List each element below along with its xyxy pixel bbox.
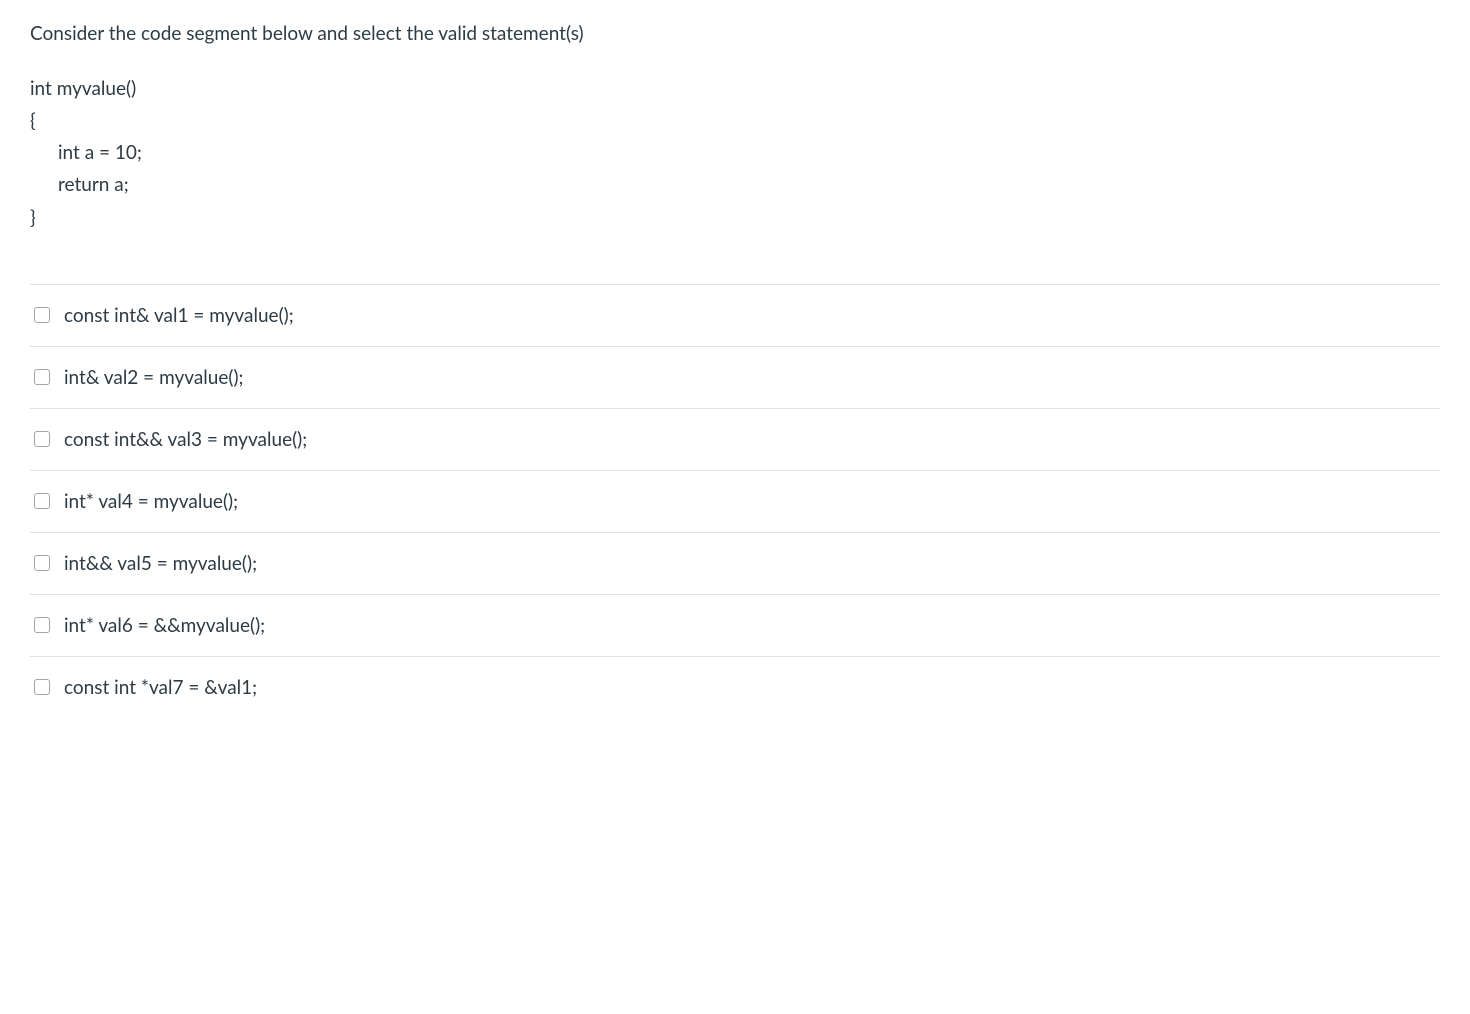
checkbox-icon[interactable] [34,679,50,695]
checkbox-icon[interactable] [34,307,50,323]
answer-option[interactable]: const int&& val3 = myvalue(); [30,409,1440,471]
answer-option[interactable]: int* val6 = &&myvalue(); [30,595,1440,657]
code-line-5: } [30,202,1440,234]
checkbox-icon[interactable] [34,369,50,385]
answer-label: int* val4 = myvalue(); [64,490,238,513]
code-line-1: int myvalue() [30,73,1440,105]
answer-label: int& val2 = myvalue(); [64,366,244,389]
answer-label: const int&& val3 = myvalue(); [64,428,307,451]
answers-list: const int& val1 = myvalue(); int& val2 =… [30,284,1440,718]
answer-label: const int *val7 = &val1; [64,676,257,699]
answer-option[interactable]: const int *val7 = &val1; [30,657,1440,718]
answer-label: int&& val5 = myvalue(); [64,552,257,575]
checkbox-icon[interactable] [34,431,50,447]
answer-option[interactable]: int&& val5 = myvalue(); [30,533,1440,595]
answer-label: int* val6 = &&myvalue(); [64,614,265,637]
checkbox-icon[interactable] [34,493,50,509]
code-line-3: int a = 10; [30,137,1440,169]
answer-option[interactable]: int& val2 = myvalue(); [30,347,1440,409]
answer-option[interactable]: const int& val1 = myvalue(); [30,285,1440,347]
answer-option[interactable]: int* val4 = myvalue(); [30,471,1440,533]
answer-label: const int& val1 = myvalue(); [64,304,294,327]
code-line-2: { [30,105,1440,137]
code-block: int myvalue() { int a = 10; return a; } [30,73,1440,234]
checkbox-icon[interactable] [34,555,50,571]
code-line-4: return a; [30,169,1440,201]
checkbox-icon[interactable] [34,617,50,633]
question-prompt: Consider the code segment below and sele… [30,20,1440,49]
